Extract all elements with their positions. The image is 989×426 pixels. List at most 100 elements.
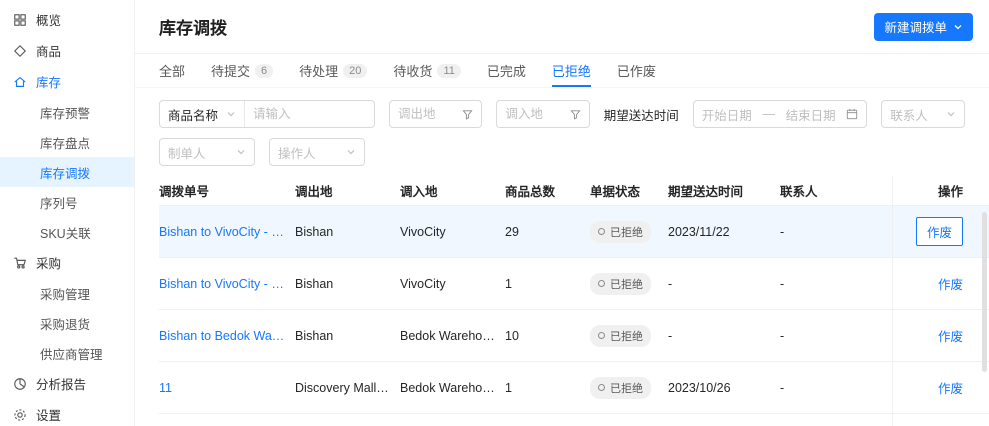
tab-rejected[interactable]: 已拒绝 <box>551 54 591 87</box>
sidebar-item-inventory-transfer[interactable]: 库存调拨 <box>0 157 134 187</box>
from-cell: Bishan <box>295 328 334 343</box>
void-link[interactable]: 作废 <box>938 274 963 293</box>
sidebar-item-inventory-alert[interactable]: 库存预警 <box>0 97 134 127</box>
qty-cell: 29 <box>505 224 519 239</box>
product-icon <box>12 43 28 59</box>
chevron-down-icon <box>954 24 962 29</box>
transfer-table: 调拨单号 调出地 调入地 商品总数 单据状态 期望送达时间 联系人 操作 Bis… <box>135 176 989 426</box>
delivery-cell: 2023/10/26 <box>668 380 731 395</box>
status-dot-icon <box>598 384 605 391</box>
status-cell: 已拒绝 <box>590 220 668 243</box>
action-cell: 作废 <box>892 310 989 361</box>
delivery-cell: - <box>668 276 673 291</box>
order-no-link[interactable]: Bishan to VivoCity - 20... <box>159 225 295 239</box>
purchase-icon <box>12 255 28 271</box>
tab-pending-receipt[interactable]: 待收货 11 <box>393 54 461 87</box>
table-row[interactable]: Bedok Warehouse to ... Bedok Warehouse B… <box>159 414 989 426</box>
product-name-select[interactable]: 商品名称 <box>160 101 246 127</box>
qty-cell: 1 <box>505 276 512 291</box>
delivery-cell: - <box>668 328 673 343</box>
to-location-input[interactable] <box>505 107 564 121</box>
sidebar-label-supplier-management: 供应商管理 <box>40 347 103 362</box>
main-content: 库存调拨 新建调拨单 全部 待提交 6 待处理 20 待收货 11 已完成 已拒绝 已… <box>135 0 989 426</box>
action-cell: 作废 <box>892 258 989 309</box>
overview-icon <box>12 12 28 28</box>
filter-bar: 商品名称 期望送达时间 开始日期 — 结束日期 <box>135 88 989 176</box>
action-cell: 作废 <box>892 362 989 413</box>
action-cell: 作废 <box>892 206 989 257</box>
col-header-qty: 商品总数 <box>505 185 556 199</box>
sidebar-label-inventory-alert: 库存预警 <box>40 106 91 121</box>
sidebar-label-inventory-transfer: 库存调拨 <box>40 166 91 181</box>
new-transfer-button[interactable]: 新建调拨单 <box>874 12 973 41</box>
from-cell: Discovery Mall Bali <box>295 380 400 395</box>
funnel-icon[interactable] <box>570 109 581 120</box>
tab-all[interactable]: 全部 <box>159 54 185 87</box>
sidebar-label-purchase-management: 采购管理 <box>40 287 91 302</box>
order-no-link[interactable]: Bishan to VivoCity - 20... <box>159 277 295 291</box>
status-badge: 已拒绝 <box>590 220 651 243</box>
operator-select[interactable]: 操作人 <box>269 138 365 166</box>
status-cell: 已拒绝 <box>590 376 668 399</box>
void-link[interactable]: 作废 <box>938 378 963 397</box>
contact-select[interactable]: 联系人 <box>881 100 965 128</box>
sidebar-item-serial-number[interactable]: 序列号 <box>0 187 134 217</box>
table-row[interactable]: Bishan to VivoCity - 20... Bishan VivoCi… <box>159 206 989 258</box>
tab-completed[interactable]: 已完成 <box>487 54 526 87</box>
sidebar-item-purchase-return[interactable]: 采购退货 <box>0 308 134 338</box>
table-row[interactable]: 11 Discovery Mall Bali Bedok Warehouse 1… <box>159 362 989 414</box>
status-dot-icon <box>598 280 605 287</box>
delivery-cell: 2023/11/22 <box>668 224 730 239</box>
contact-cell: - <box>780 224 785 239</box>
end-date-placeholder: 结束日期 <box>785 108 836 123</box>
sidebar-item-sku-link[interactable]: SKU关联 <box>0 217 134 247</box>
sidebar-item-overview[interactable]: 概览 <box>0 4 134 35</box>
chevron-down-icon <box>227 112 235 117</box>
from-location-input[interactable] <box>398 107 457 121</box>
chevron-down-icon <box>947 112 955 117</box>
product-name-input[interactable] <box>245 107 374 121</box>
sidebar-item-purchase[interactable]: 采购 <box>0 247 134 278</box>
sidebar-item-supplier-management[interactable]: 供应商管理 <box>0 338 134 368</box>
status-badge: 已拒绝 <box>590 324 651 347</box>
sidebar-item-settings[interactable]: 设置 <box>0 399 134 426</box>
report-icon <box>12 376 28 392</box>
gear-icon <box>12 407 28 423</box>
sidebar-label-product: 商品 <box>36 45 62 59</box>
sidebar-item-inventory-count[interactable]: 库存盘点 <box>0 127 134 157</box>
sidebar-item-purchase-management[interactable]: 采购管理 <box>0 278 134 308</box>
sidebar-label-inventory-count: 库存盘点 <box>40 136 91 151</box>
sidebar-item-inventory[interactable]: 库存 <box>0 66 134 97</box>
from-cell: Bishan <box>295 276 334 291</box>
sidebar-item-report[interactable]: 分析报告 <box>0 368 134 399</box>
sidebar-item-product[interactable]: 商品 <box>0 35 134 66</box>
tab-pending-process[interactable]: 待处理 20 <box>299 54 368 87</box>
status-cell: 已拒绝 <box>590 272 668 295</box>
order-no-link[interactable]: Bishan to Bedok Wareh... <box>159 329 295 343</box>
col-header-action: 操作 <box>892 176 989 205</box>
filter-row-1: 商品名称 期望送达时间 开始日期 — 结束日期 <box>159 100 965 128</box>
qty-cell: 1 <box>505 380 512 395</box>
delivery-date-range[interactable]: 开始日期 — 结束日期 <box>692 100 868 128</box>
chevron-down-icon <box>347 150 355 155</box>
creator-select[interactable]: 制单人 <box>159 138 255 166</box>
tab-voided[interactable]: 已作废 <box>617 54 656 87</box>
date-range-separator: — <box>762 107 775 121</box>
vertical-scrollbar[interactable] <box>982 212 987 372</box>
from-cell: Bishan <box>295 224 334 239</box>
contact-cell: - <box>780 276 785 291</box>
table-row[interactable]: Bishan to Bedok Wareh... Bishan Bedok Wa… <box>159 310 989 362</box>
chevron-down-icon <box>237 150 245 155</box>
void-link[interactable]: 作废 <box>938 326 963 345</box>
col-header-contact: 联系人 <box>780 185 818 199</box>
status-dot-icon <box>598 228 605 235</box>
table-row[interactable]: Bishan to VivoCity - 20... Bishan VivoCi… <box>159 258 989 310</box>
tab-pending-submit[interactable]: 待提交 6 <box>211 54 274 87</box>
new-transfer-button-label: 新建调拨单 <box>884 21 947 35</box>
void-button[interactable]: 作废 <box>915 217 963 246</box>
from-location-filter <box>389 100 483 128</box>
order-no-link[interactable]: 11 <box>159 381 295 395</box>
funnel-icon[interactable] <box>462 109 473 120</box>
col-header-delivery: 期望送达时间 <box>668 185 744 199</box>
status-dot-icon <box>598 332 605 339</box>
